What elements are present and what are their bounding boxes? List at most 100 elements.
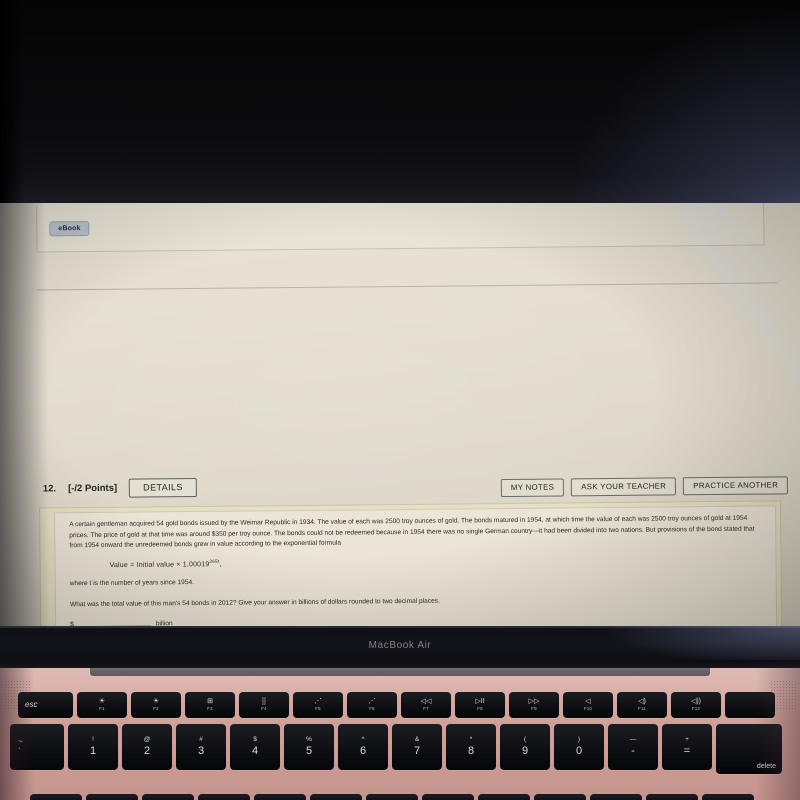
question-12-points: [-/2 Points] xyxy=(68,482,118,495)
keyboard-number-row: ~`!1@2#3$4%5^6&7*8(9)0—-+=delete xyxy=(10,724,782,774)
key-row3-6[interactable] xyxy=(366,794,418,800)
key-glyph-icon: ⊞ xyxy=(207,698,213,706)
key-glyph-icon: ☀ xyxy=(152,698,160,706)
key-row3-1[interactable] xyxy=(86,794,138,800)
laptop-base: esc☀F1☀F2⊞F3⣿F4⋰F5⋰F6◁◁F7▷IIF8▷▷F9◁F10◁)… xyxy=(0,668,800,800)
key-glyph-icon: ▷▷ xyxy=(528,698,540,706)
question-12-formula: Value = Initial value × 1.00019365t, xyxy=(110,553,762,572)
key-f2[interactable]: ☀ F2 xyxy=(131,692,181,718)
keyboard-function-row: esc☀F1☀F2⊞F3⣿F4⋰F5⋰F6◁◁F7▷IIF8▷▷F9◁F10◁)… xyxy=(18,692,775,718)
base-left-shadow xyxy=(0,668,34,800)
question-12-header: 12. [-/2 Points] DETAILS xyxy=(42,477,197,498)
key-lower-label: - xyxy=(631,744,635,757)
key-fn-label: F7 xyxy=(423,706,429,712)
key-2[interactable]: @2 xyxy=(122,724,172,770)
question-12-formula-main: Value = Initial value × 1.00019 xyxy=(109,561,210,570)
background-left-shadow xyxy=(0,0,26,230)
key-fn-label: F11 xyxy=(638,706,646,712)
key-fn-label: F5 xyxy=(315,706,321,712)
key-row3-5[interactable] xyxy=(310,794,362,800)
question-12-practice-another-button[interactable]: PRACTICE ANOTHER xyxy=(683,476,789,496)
key-lower-label: 0 xyxy=(575,744,583,757)
webassign-page: eBook 12. [-/2 Points] DETAILS MY NOTES … xyxy=(0,203,800,628)
key-row3-10[interactable] xyxy=(590,794,642,800)
key-f1[interactable]: ☀ F1 xyxy=(77,692,127,718)
key-fn-label: F3 xyxy=(207,706,213,712)
key-row3-0[interactable] xyxy=(30,794,82,800)
key-6[interactable]: ^ 6 xyxy=(338,724,388,770)
key-fn-label: F12 xyxy=(691,706,701,712)
base-right-shadow xyxy=(756,668,800,800)
key-lower-label: 7 xyxy=(413,744,421,757)
key-upper-label: @ xyxy=(143,736,151,744)
key-glyph-icon: ☀ xyxy=(98,698,106,706)
key-=[interactable]: + = xyxy=(662,724,712,770)
question-12-saved-work-container: A certain gentleman acquired 54 gold bon… xyxy=(39,500,783,628)
key-0[interactable]: ) 0 xyxy=(554,724,604,770)
key-row3-7[interactable] xyxy=(422,794,474,800)
key-f11[interactable]: ◁) F11 xyxy=(617,692,667,718)
key-row3-2[interactable] xyxy=(142,794,194,800)
key-fn-label: F4 xyxy=(261,706,267,712)
key--[interactable]: — - xyxy=(608,724,658,770)
key-fn-label: F10 xyxy=(583,706,593,712)
key-9[interactable]: (9 xyxy=(500,724,550,770)
key-upper-label: & xyxy=(414,736,420,744)
key-f6[interactable]: ⋰ F6 xyxy=(347,692,397,718)
key-lower-label: 9 xyxy=(521,744,529,757)
key-f3[interactable]: ⊞ F3 xyxy=(185,692,235,718)
key-glyph-icon: ⋰ xyxy=(368,698,376,706)
question-12-actions: MY NOTES ASK YOUR TEACHER PRACTICE ANOTH… xyxy=(500,476,789,497)
key-f8[interactable]: ▷II F8 xyxy=(455,692,505,718)
laptop-screen: eBook 12. [-/2 Points] DETAILS MY NOTES … xyxy=(0,203,800,628)
key-3[interactable]: #3 xyxy=(176,724,226,770)
key-1[interactable]: ! 1 xyxy=(68,724,118,770)
key-glyph-icon: ⣿ xyxy=(261,698,267,706)
key-8[interactable]: * 8 xyxy=(446,724,496,770)
ebook-button-top[interactable]: eBook xyxy=(49,221,90,237)
key-row3-4[interactable] xyxy=(254,794,306,800)
previous-question-card: eBook xyxy=(36,203,765,253)
question-12-ask-your-teacher-button[interactable]: ASK YOUR TEACHER xyxy=(571,477,677,497)
key-lower-label: 2 xyxy=(143,744,151,757)
key-row3-9[interactable] xyxy=(534,794,586,800)
key-upper-label: * xyxy=(469,736,473,744)
key-upper-label: — xyxy=(629,736,637,744)
key-f4[interactable]: ⣿ F4 xyxy=(239,692,289,718)
key-f9[interactable]: ▷▷ F9 xyxy=(509,692,559,718)
key-fn-label: F8 xyxy=(477,706,483,712)
key-upper-label: # xyxy=(199,736,203,744)
key-7[interactable]: & 7 xyxy=(392,724,442,770)
key-5[interactable]: % 5 xyxy=(284,724,334,770)
key-fn-label: F1 xyxy=(99,706,105,712)
question-12-number: 12. xyxy=(42,483,57,495)
key-fn-label: F6 xyxy=(369,706,375,712)
question-12-my-notes-button[interactable]: MY NOTES xyxy=(500,478,565,497)
key-row3-8[interactable] xyxy=(478,794,530,800)
key-fn-label: F9 xyxy=(531,706,537,712)
key-upper-label: $ xyxy=(253,736,257,744)
key-f10[interactable]: ◁ F10 xyxy=(563,692,613,718)
key-lower-label: 4 xyxy=(251,744,259,757)
key-lower-label: 6 xyxy=(359,744,367,757)
key-lower-label: 3 xyxy=(197,744,205,757)
key-f5[interactable]: ⋰ F5 xyxy=(293,692,343,718)
key-row3-3[interactable] xyxy=(198,794,250,800)
key-glyph-icon: ◁◁ xyxy=(420,698,432,706)
key-glyph-icon: ◁)) xyxy=(690,698,702,706)
key-4[interactable]: $4 xyxy=(230,724,280,770)
section-divider xyxy=(36,282,777,291)
question-12-content-panel: A certain gentleman acquired 54 gold bon… xyxy=(54,505,778,628)
key-row3-12[interactable] xyxy=(702,794,754,800)
key-lower-label: 5 xyxy=(305,744,313,757)
key-row3-11[interactable] xyxy=(646,794,698,800)
key-fn-label: F2 xyxy=(153,706,159,712)
key-f7[interactable]: ◁◁ F7 xyxy=(401,692,451,718)
key-f12[interactable]: ◁)) F12 xyxy=(671,692,721,718)
question-12-details-button[interactable]: DETAILS xyxy=(129,477,197,498)
key-lower-label: 8 xyxy=(467,744,475,757)
key-upper-label: ^ xyxy=(361,736,365,744)
key-upper-label: ) xyxy=(577,736,581,744)
question-12-part-a-prompt: What was the total value of this man's 5… xyxy=(69,598,440,609)
question-12-formula-tail: , xyxy=(219,561,222,569)
